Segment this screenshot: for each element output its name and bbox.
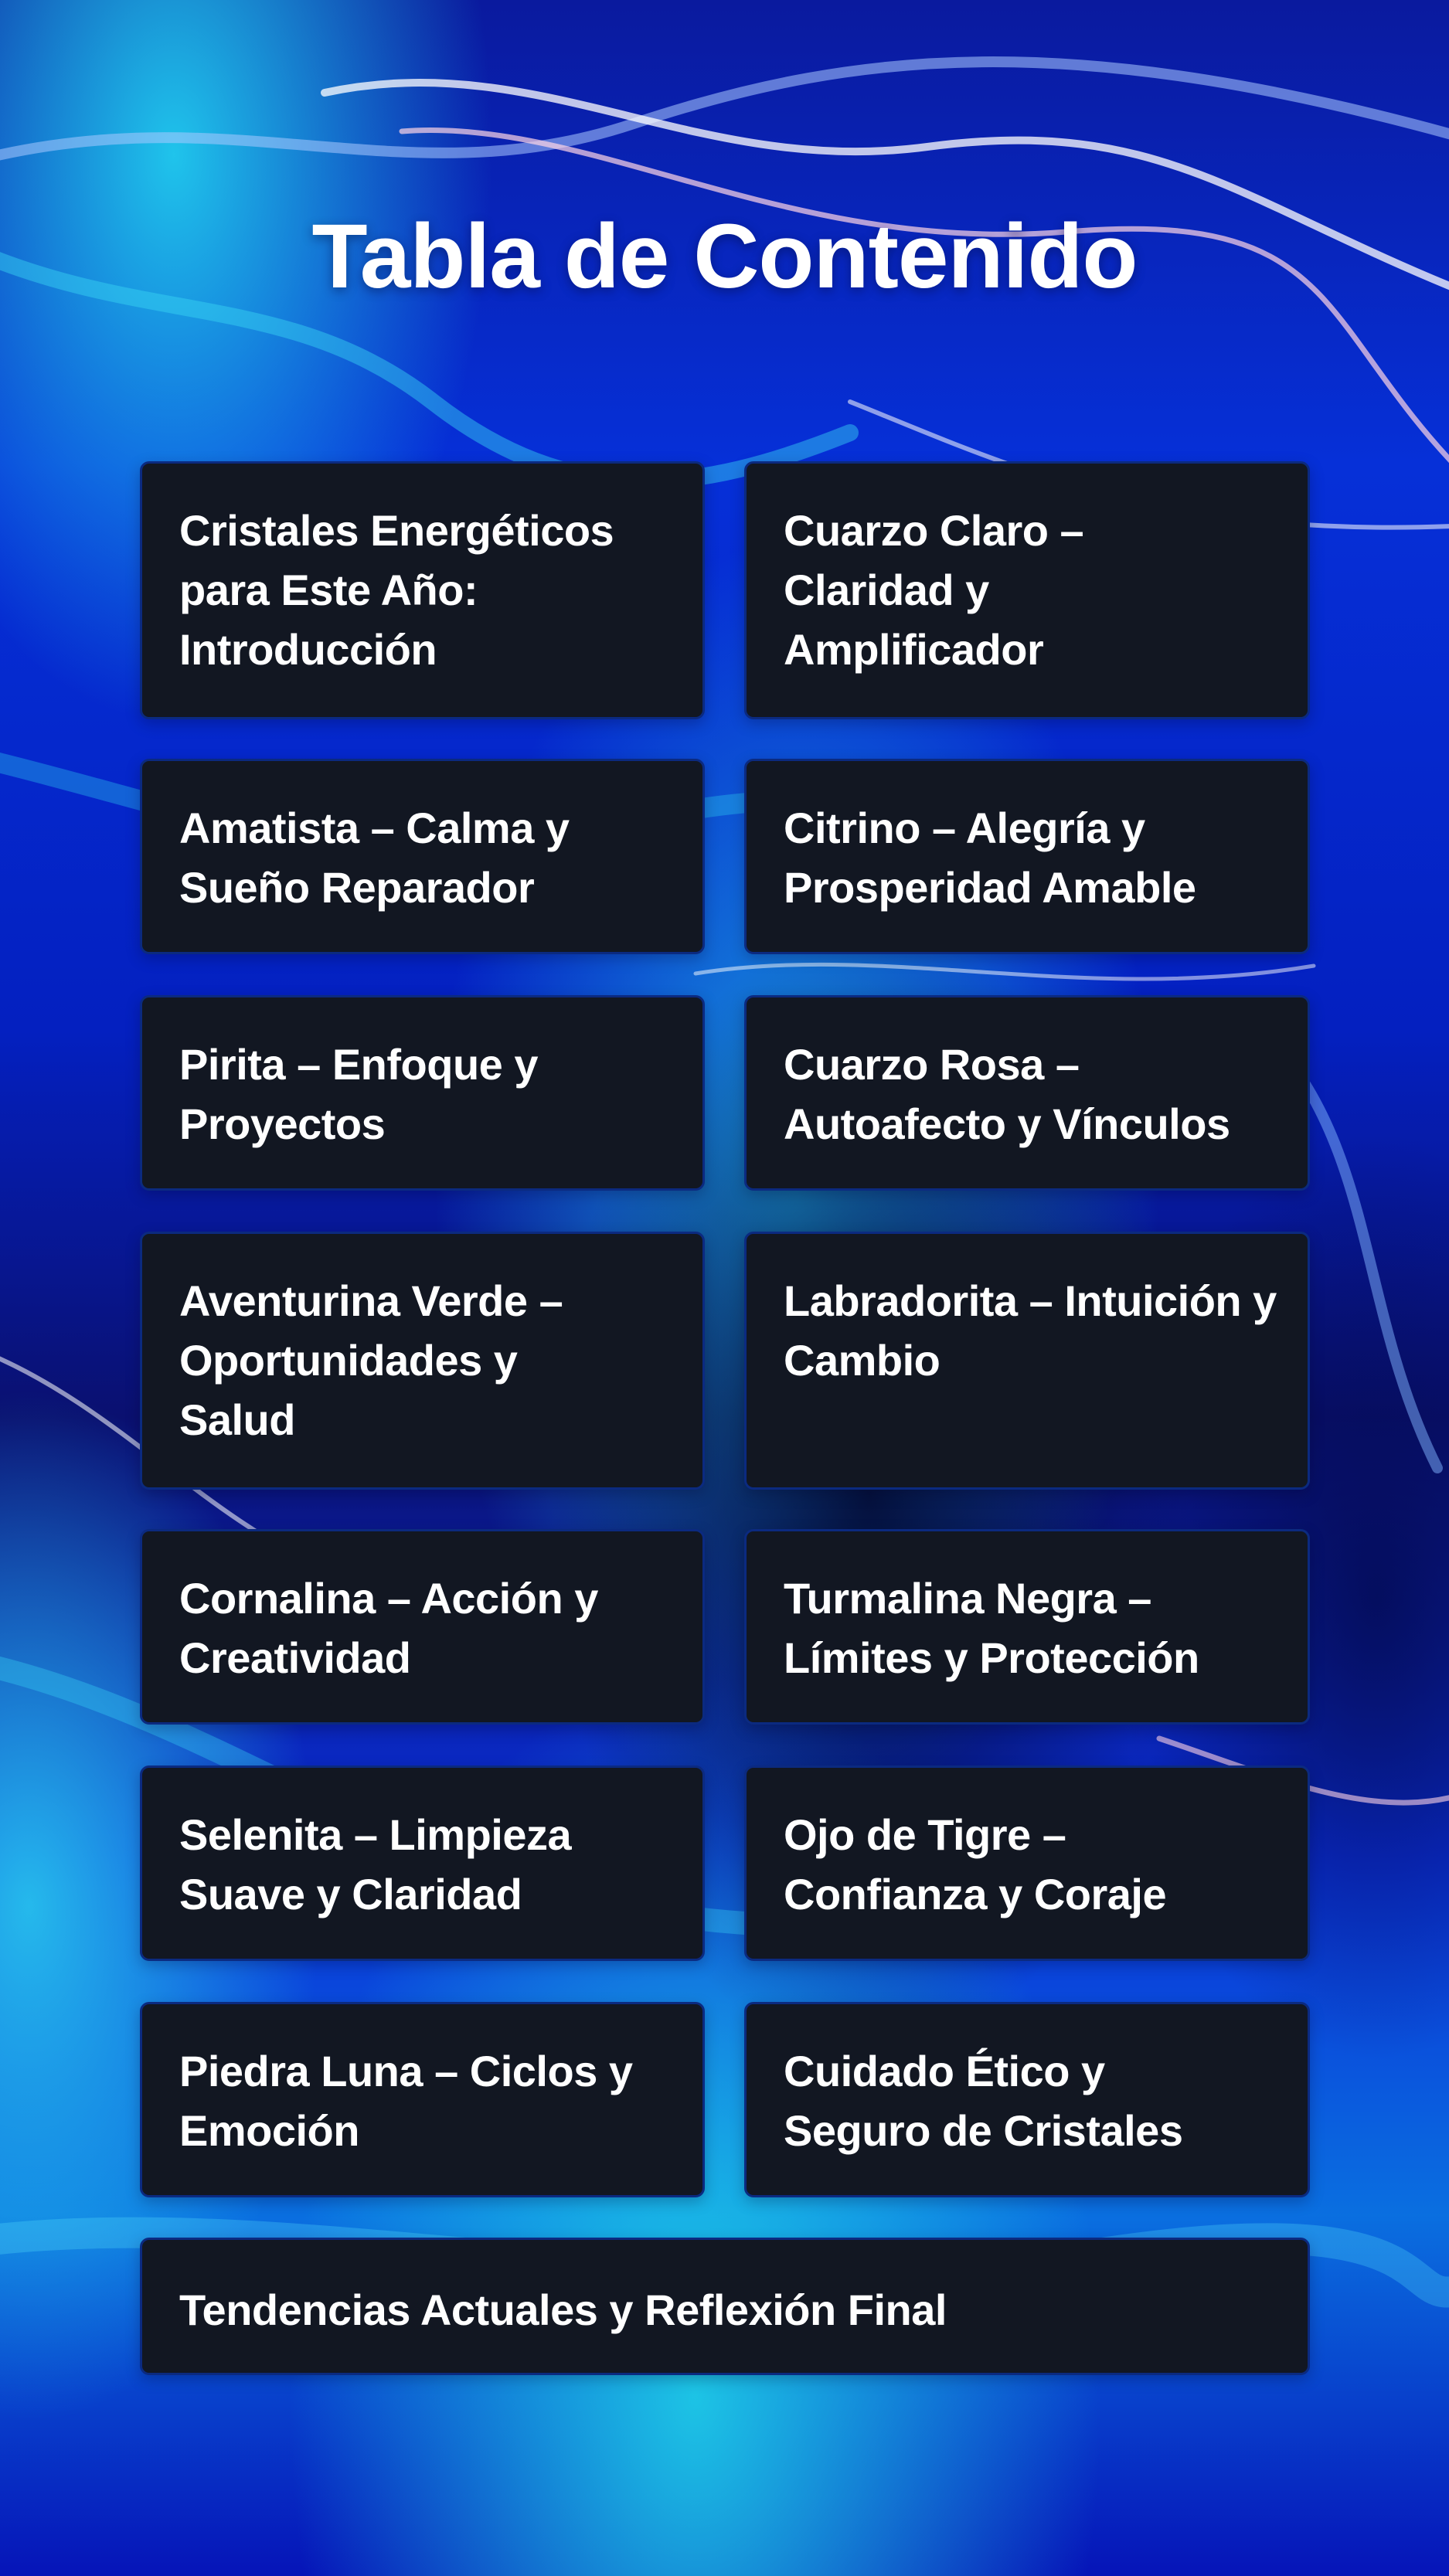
toc-item-label: Labradorita – Intuición y Cambio — [784, 1276, 1277, 1385]
toc-item-label: Citrino – Alegría y Prosperidad Amable — [784, 804, 1196, 912]
toc-item-cuarzo-rosa[interactable]: Cuarzo Rosa – Autoafecto y Vínculos — [744, 995, 1310, 1191]
toc-item-label: Cuidado Ético y Seguro de Cristales — [784, 2047, 1183, 2155]
toc-item-label: Cuarzo Rosa – Autoafecto y Vínculos — [784, 1040, 1230, 1148]
toc-item-label: Cuarzo Claro – Claridad y Amplificador — [784, 506, 1084, 674]
toc-item-cornalina[interactable]: Cornalina – Acción y Creatividad — [140, 1529, 705, 1725]
toc-item-label: Turmalina Negra – Límites y Protección — [784, 1574, 1199, 1682]
toc-item-label: Pirita – Enfoque y Proyectos — [179, 1040, 539, 1148]
toc-item-label: Cornalina – Acción y Creatividad — [179, 1574, 598, 1682]
toc-item-amatista[interactable]: Amatista – Calma y Sueño Reparador — [140, 759, 705, 954]
toc-item-cuidado-etico[interactable]: Cuidado Ético y Seguro de Cristales — [744, 2002, 1310, 2197]
toc-item-pirita[interactable]: Pirita – Enfoque y Proyectos — [140, 995, 705, 1191]
toc-item-selenita[interactable]: Selenita – Limpieza Suave y Claridad — [140, 1765, 705, 1961]
toc-item-aventurina-verde[interactable]: Aventurina Verde – Oportunidades y Salud — [140, 1232, 705, 1490]
toc-item-piedra-luna[interactable]: Piedra Luna – Ciclos y Emoción — [140, 2002, 705, 2197]
toc-item-introduccion[interactable]: Cristales Energéticos para Este Año: Int… — [140, 461, 705, 719]
toc-item-label: Tendencias Actuales y Reflexión Final — [179, 2285, 947, 2334]
toc-item-turmalina-negra[interactable]: Turmalina Negra – Límites y Protección — [744, 1529, 1310, 1725]
toc-item-labradorita[interactable]: Labradorita – Intuición y Cambio — [744, 1232, 1310, 1490]
toc-item-tendencias-actuales[interactable]: Tendencias Actuales y Reflexión Final — [140, 2238, 1310, 2375]
toc-item-label: Selenita – Limpieza Suave y Claridad — [179, 1810, 572, 1918]
page: Tabla de Contenido Cristales Energéticos… — [0, 0, 1449, 2576]
toc-item-ojo-de-tigre[interactable]: Ojo de Tigre – Confianza y Coraje — [744, 1765, 1310, 1961]
toc-item-label: Piedra Luna – Ciclos y Emoción — [179, 2047, 633, 2155]
toc-item-label: Ojo de Tigre – Confianza y Coraje — [784, 1810, 1167, 1918]
table-of-contents: Cristales Energéticos para Este Año: Int… — [0, 0, 1449, 2576]
toc-item-citrino[interactable]: Citrino – Alegría y Prosperidad Amable — [744, 759, 1310, 954]
toc-item-cuarzo-claro[interactable]: Cuarzo Claro – Claridad y Amplificador — [744, 461, 1310, 719]
toc-item-label: Amatista – Calma y Sueño Reparador — [179, 804, 570, 912]
toc-item-label: Cristales Energéticos para Este Año: Int… — [179, 506, 614, 674]
toc-item-label: Aventurina Verde – Oportunidades y Salud — [179, 1276, 563, 1444]
